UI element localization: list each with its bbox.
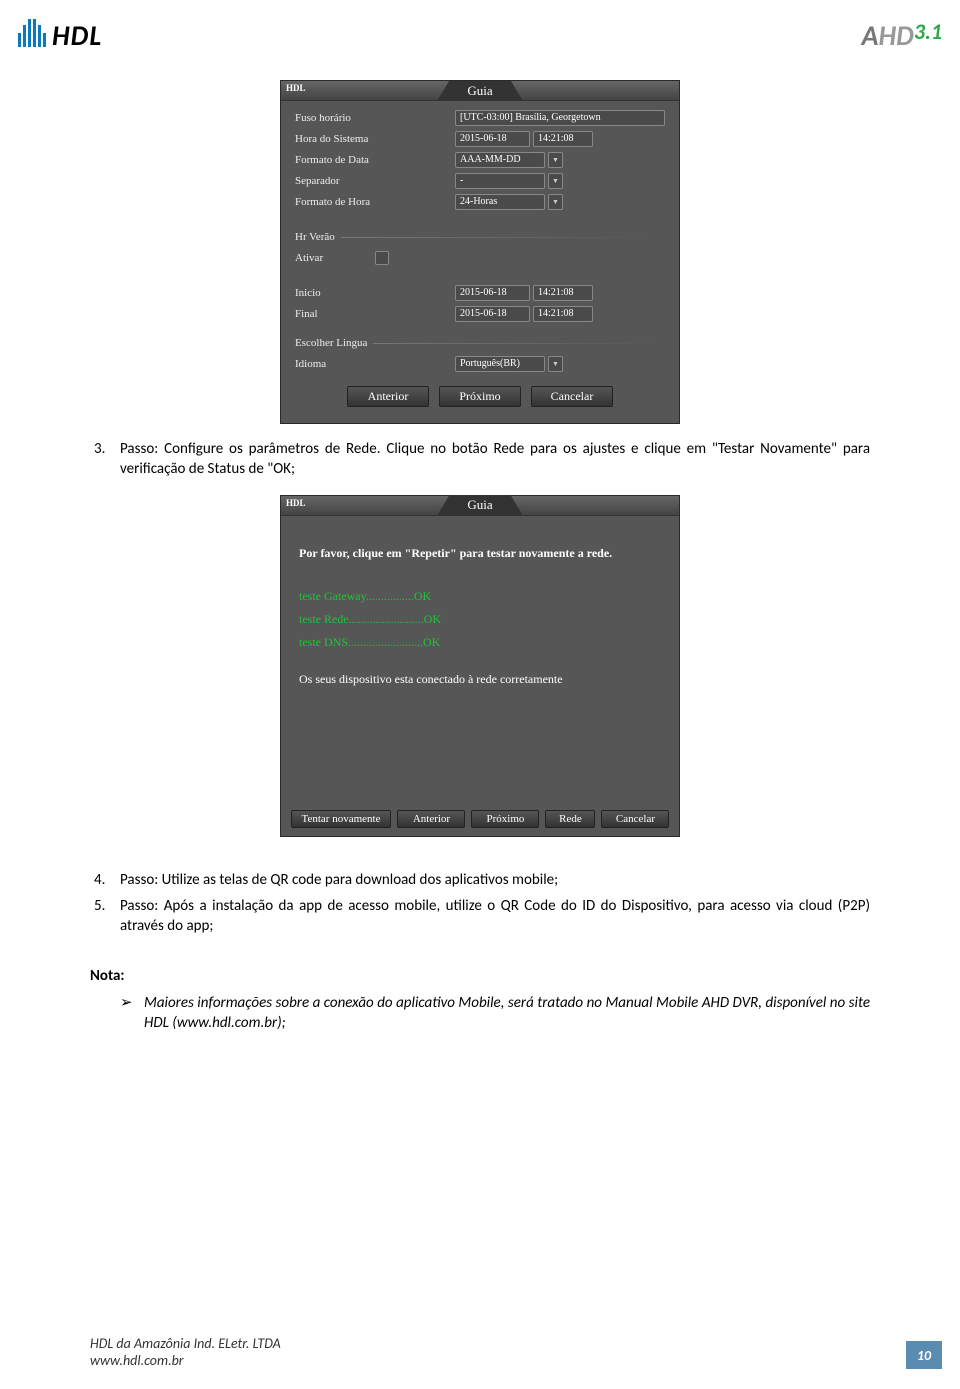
timezone-label: Fuso horário <box>295 112 455 124</box>
step-5: 5. Passo: Após a instalação da app de ac… <box>90 896 870 937</box>
note-text: Maiores informações sobre a conexão do a… <box>144 993 870 1034</box>
next-button[interactable]: Próximo <box>471 810 539 828</box>
page-footer: HDL da Amazônia Ind. ELetr. LTDA www.hdl… <box>90 1335 942 1369</box>
idiom-field[interactable]: Português(BR) <box>455 356 545 372</box>
chevron-down-icon[interactable] <box>548 194 563 210</box>
retry-button[interactable]: Tentar novamente <box>291 810 392 828</box>
enable-checkbox[interactable] <box>375 251 389 265</box>
ahd-logo: AHD3.1 <box>862 18 942 53</box>
prev-button[interactable]: Anterior <box>397 810 465 828</box>
system-time-label: Hora do Sistema <box>295 133 455 145</box>
chevron-down-icon[interactable] <box>548 152 563 168</box>
hdl-logo-bars <box>18 19 48 52</box>
mini-logo: HDL <box>286 498 306 508</box>
cancel-button[interactable]: Cancelar <box>531 386 613 407</box>
time-format-label: Formato de Hora <box>295 196 455 208</box>
start-date-field[interactable]: 2015-06-18 <box>455 285 530 301</box>
footer-url: www.hdl.com.br <box>90 1352 281 1369</box>
window-title: Guia <box>437 81 522 101</box>
titlebar: HDL Guia <box>281 81 679 101</box>
date-format-label: Formato de Data <box>295 154 455 166</box>
dst-section-label: Hr Verão <box>295 231 335 243</box>
separator-field[interactable]: - <box>455 173 545 189</box>
connection-status: Os seus dispositivo esta conectado à red… <box>299 672 661 687</box>
date-format-field[interactable]: AAA-MM-DD <box>455 152 545 168</box>
page-number: 10 <box>906 1341 942 1369</box>
network-prompt: Por favor, clique em "Repetir" para test… <box>299 546 661 561</box>
idiom-label: Idioma <box>295 358 455 370</box>
test-network-status: teste Rede.........................OK <box>299 612 661 627</box>
separator-line <box>373 343 665 344</box>
chevron-down-icon[interactable] <box>548 356 563 372</box>
test-dns-status: teste DNS.........................OK <box>299 635 661 650</box>
mini-logo: HDL <box>286 83 306 93</box>
separator-line <box>341 237 665 238</box>
end-date-field[interactable]: 2015-06-18 <box>455 306 530 322</box>
system-time-field[interactable]: 14:21:08 <box>533 131 593 147</box>
timezone-field[interactable]: [UTC-03:00] Brasília, Georgetown <box>455 110 665 126</box>
time-format-field[interactable]: 24-Horas <box>455 194 545 210</box>
footer-company: HDL da Amazônia Ind. ELetr. LTDA <box>90 1335 281 1352</box>
hdl-logo-text: HDL <box>52 18 102 53</box>
prev-button[interactable]: Anterior <box>347 386 429 407</box>
note-section: Nota: ➢ Maiores informações sobre a cone… <box>90 966 870 1033</box>
titlebar: HDL Guia <box>281 496 679 516</box>
lang-section-label: Escolher Lingua <box>295 337 367 349</box>
end-label: Final <box>295 308 455 320</box>
next-button[interactable]: Próximo <box>439 386 521 407</box>
screenshot-guia-config: HDL Guia Fuso horário [UTC-03:00] Brasíl… <box>280 80 680 424</box>
note-title: Nota: <box>90 966 870 986</box>
separator-label: Separador <box>295 175 455 187</box>
system-date-field[interactable]: 2015-06-18 <box>455 131 530 147</box>
network-button[interactable]: Rede <box>545 810 595 828</box>
step-4: 4. Passo: Utilize as telas de QR code pa… <box>90 870 870 890</box>
window-title: Guia <box>437 495 522 515</box>
chevron-down-icon[interactable] <box>548 173 563 189</box>
end-time-field[interactable]: 14:21:08 <box>533 306 593 322</box>
step-3: 3. Passo: Configure os parâmetros de Red… <box>90 439 870 480</box>
screenshot-guia-network: HDL Guia Por favor, clique em "Repetir" … <box>280 495 680 837</box>
bullet-icon: ➢ <box>120 993 144 1034</box>
test-gateway-status: teste Gateway................OK <box>299 589 661 604</box>
page-header: HDL AHD3.1 <box>18 18 942 53</box>
start-label: Inicio <box>295 287 455 299</box>
hdl-logo: HDL <box>18 18 102 53</box>
enable-label: Ativar <box>295 252 375 264</box>
cancel-button[interactable]: Cancelar <box>601 810 669 828</box>
start-time-field[interactable]: 14:21:08 <box>533 285 593 301</box>
